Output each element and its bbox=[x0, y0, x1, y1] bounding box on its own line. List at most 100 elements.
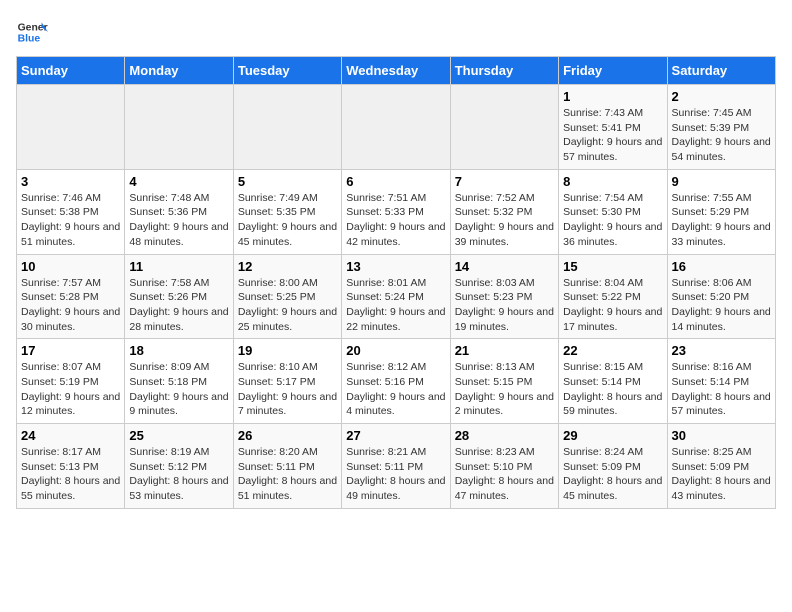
day-number: 15 bbox=[563, 259, 662, 274]
day-number: 13 bbox=[346, 259, 445, 274]
day-info: Sunrise: 7:52 AM Sunset: 5:32 PM Dayligh… bbox=[455, 191, 554, 250]
day-number: 7 bbox=[455, 174, 554, 189]
calendar-cell bbox=[125, 85, 233, 170]
day-info: Sunrise: 8:25 AM Sunset: 5:09 PM Dayligh… bbox=[672, 445, 771, 504]
calendar-cell: 30 Sunrise: 8:25 AM Sunset: 5:09 PM Dayli… bbox=[667, 424, 775, 509]
day-number: 19 bbox=[238, 343, 337, 358]
calendar-cell: 14 Sunrise: 8:03 AM Sunset: 5:23 PM Dayli… bbox=[450, 254, 558, 339]
day-number: 8 bbox=[563, 174, 662, 189]
day-info: Sunrise: 7:46 AM Sunset: 5:38 PM Dayligh… bbox=[21, 191, 120, 250]
calendar-cell: 3Sunrise: 7:46 AM Sunset: 5:38 PM Daylig… bbox=[17, 169, 125, 254]
day-number: 30 bbox=[672, 428, 771, 443]
day-info: Sunrise: 7:58 AM Sunset: 5:26 PM Dayligh… bbox=[129, 276, 228, 335]
calendar-cell: 7 Sunrise: 7:52 AM Sunset: 5:32 PM Daylig… bbox=[450, 169, 558, 254]
day-info: Sunrise: 7:57 AM Sunset: 5:28 PM Dayligh… bbox=[21, 276, 120, 335]
day-info: Sunrise: 8:12 AM Sunset: 5:16 PM Dayligh… bbox=[346, 360, 445, 419]
calendar-cell bbox=[17, 85, 125, 170]
day-number: 9 bbox=[672, 174, 771, 189]
calendar-cell: 13 Sunrise: 8:01 AM Sunset: 5:24 PM Dayli… bbox=[342, 254, 450, 339]
calendar-cell: 4 Sunrise: 7:48 AM Sunset: 5:36 PM Daylig… bbox=[125, 169, 233, 254]
calendar-week-row: 1 Sunrise: 7:43 AM Sunset: 5:41 PM Daylig… bbox=[17, 85, 776, 170]
calendar-cell: 19 Sunrise: 8:10 AM Sunset: 5:17 PM Dayli… bbox=[233, 339, 341, 424]
day-number: 1 bbox=[563, 89, 662, 104]
day-info: Sunrise: 8:15 AM Sunset: 5:14 PM Dayligh… bbox=[563, 360, 662, 419]
weekday-header: Thursday bbox=[450, 57, 558, 85]
day-number: 27 bbox=[346, 428, 445, 443]
day-info: Sunrise: 8:13 AM Sunset: 5:15 PM Dayligh… bbox=[455, 360, 554, 419]
day-number: 6 bbox=[346, 174, 445, 189]
calendar-cell bbox=[233, 85, 341, 170]
calendar-cell: 10 Sunrise: 7:57 AM Sunset: 5:28 PM Dayli… bbox=[17, 254, 125, 339]
calendar-cell: 22 Sunrise: 8:15 AM Sunset: 5:14 PM Dayli… bbox=[559, 339, 667, 424]
day-number: 24 bbox=[21, 428, 120, 443]
calendar-week-row: 17Sunrise: 8:07 AM Sunset: 5:19 PM Dayli… bbox=[17, 339, 776, 424]
day-info: Sunrise: 8:01 AM Sunset: 5:24 PM Dayligh… bbox=[346, 276, 445, 335]
day-info: Sunrise: 8:19 AM Sunset: 5:12 PM Dayligh… bbox=[129, 445, 228, 504]
day-info: Sunrise: 8:00 AM Sunset: 5:25 PM Dayligh… bbox=[238, 276, 337, 335]
calendar: SundayMondayTuesdayWednesdayThursdayFrid… bbox=[16, 56, 776, 509]
day-info: Sunrise: 8:09 AM Sunset: 5:18 PM Dayligh… bbox=[129, 360, 228, 419]
day-info: Sunrise: 8:21 AM Sunset: 5:11 PM Dayligh… bbox=[346, 445, 445, 504]
day-info: Sunrise: 8:24 AM Sunset: 5:09 PM Dayligh… bbox=[563, 445, 662, 504]
calendar-header-row: SundayMondayTuesdayWednesdayThursdayFrid… bbox=[17, 57, 776, 85]
weekday-header: Tuesday bbox=[233, 57, 341, 85]
calendar-cell: 9 Sunrise: 7:55 AM Sunset: 5:29 PM Daylig… bbox=[667, 169, 775, 254]
day-number: 14 bbox=[455, 259, 554, 274]
calendar-cell: 1 Sunrise: 7:43 AM Sunset: 5:41 PM Daylig… bbox=[559, 85, 667, 170]
day-info: Sunrise: 8:16 AM Sunset: 5:14 PM Dayligh… bbox=[672, 360, 771, 419]
calendar-body: 1 Sunrise: 7:43 AM Sunset: 5:41 PM Daylig… bbox=[17, 85, 776, 509]
calendar-cell: 17Sunrise: 8:07 AM Sunset: 5:19 PM Dayli… bbox=[17, 339, 125, 424]
weekday-header: Saturday bbox=[667, 57, 775, 85]
day-number: 23 bbox=[672, 343, 771, 358]
day-number: 2 bbox=[672, 89, 771, 104]
calendar-cell: 15Sunrise: 8:04 AM Sunset: 5:22 PM Dayli… bbox=[559, 254, 667, 339]
day-info: Sunrise: 8:03 AM Sunset: 5:23 PM Dayligh… bbox=[455, 276, 554, 335]
logo-icon: General Blue bbox=[16, 16, 48, 48]
calendar-cell: 2 Sunrise: 7:45 AM Sunset: 5:39 PM Daylig… bbox=[667, 85, 775, 170]
day-info: Sunrise: 8:23 AM Sunset: 5:10 PM Dayligh… bbox=[455, 445, 554, 504]
day-number: 18 bbox=[129, 343, 228, 358]
calendar-cell: 23 Sunrise: 8:16 AM Sunset: 5:14 PM Dayli… bbox=[667, 339, 775, 424]
calendar-cell: 24 Sunrise: 8:17 AM Sunset: 5:13 PM Dayli… bbox=[17, 424, 125, 509]
calendar-cell bbox=[450, 85, 558, 170]
calendar-week-row: 10 Sunrise: 7:57 AM Sunset: 5:28 PM Dayli… bbox=[17, 254, 776, 339]
calendar-cell: 29Sunrise: 8:24 AM Sunset: 5:09 PM Dayli… bbox=[559, 424, 667, 509]
day-number: 4 bbox=[129, 174, 228, 189]
calendar-cell: 6 Sunrise: 7:51 AM Sunset: 5:33 PM Daylig… bbox=[342, 169, 450, 254]
weekday-header: Friday bbox=[559, 57, 667, 85]
weekday-header: Wednesday bbox=[342, 57, 450, 85]
day-number: 16 bbox=[672, 259, 771, 274]
day-info: Sunrise: 8:20 AM Sunset: 5:11 PM Dayligh… bbox=[238, 445, 337, 504]
day-info: Sunrise: 8:10 AM Sunset: 5:17 PM Dayligh… bbox=[238, 360, 337, 419]
weekday-header: Monday bbox=[125, 57, 233, 85]
calendar-week-row: 3Sunrise: 7:46 AM Sunset: 5:38 PM Daylig… bbox=[17, 169, 776, 254]
calendar-cell: 20 Sunrise: 8:12 AM Sunset: 5:16 PM Dayli… bbox=[342, 339, 450, 424]
calendar-week-row: 24 Sunrise: 8:17 AM Sunset: 5:13 PM Dayli… bbox=[17, 424, 776, 509]
day-info: Sunrise: 8:17 AM Sunset: 5:13 PM Dayligh… bbox=[21, 445, 120, 504]
day-info: Sunrise: 7:54 AM Sunset: 5:30 PM Dayligh… bbox=[563, 191, 662, 250]
day-number: 5 bbox=[238, 174, 337, 189]
day-number: 10 bbox=[21, 259, 120, 274]
calendar-cell: 21 Sunrise: 8:13 AM Sunset: 5:15 PM Dayli… bbox=[450, 339, 558, 424]
day-number: 25 bbox=[129, 428, 228, 443]
day-info: Sunrise: 7:51 AM Sunset: 5:33 PM Dayligh… bbox=[346, 191, 445, 250]
day-number: 21 bbox=[455, 343, 554, 358]
header: General Blue bbox=[16, 16, 776, 48]
calendar-cell: 25 Sunrise: 8:19 AM Sunset: 5:12 PM Dayli… bbox=[125, 424, 233, 509]
day-info: Sunrise: 7:55 AM Sunset: 5:29 PM Dayligh… bbox=[672, 191, 771, 250]
day-info: Sunrise: 7:45 AM Sunset: 5:39 PM Dayligh… bbox=[672, 106, 771, 165]
day-info: Sunrise: 7:49 AM Sunset: 5:35 PM Dayligh… bbox=[238, 191, 337, 250]
day-number: 12 bbox=[238, 259, 337, 274]
day-number: 20 bbox=[346, 343, 445, 358]
day-info: Sunrise: 7:43 AM Sunset: 5:41 PM Dayligh… bbox=[563, 106, 662, 165]
calendar-cell: 26Sunrise: 8:20 AM Sunset: 5:11 PM Dayli… bbox=[233, 424, 341, 509]
day-number: 22 bbox=[563, 343, 662, 358]
calendar-cell: 5 Sunrise: 7:49 AM Sunset: 5:35 PM Daylig… bbox=[233, 169, 341, 254]
weekday-header: Sunday bbox=[17, 57, 125, 85]
calendar-cell: 12 Sunrise: 8:00 AM Sunset: 5:25 PM Dayli… bbox=[233, 254, 341, 339]
calendar-cell: 27 Sunrise: 8:21 AM Sunset: 5:11 PM Dayli… bbox=[342, 424, 450, 509]
day-info: Sunrise: 7:48 AM Sunset: 5:36 PM Dayligh… bbox=[129, 191, 228, 250]
calendar-cell: 28 Sunrise: 8:23 AM Sunset: 5:10 PM Dayli… bbox=[450, 424, 558, 509]
calendar-cell bbox=[342, 85, 450, 170]
day-number: 28 bbox=[455, 428, 554, 443]
